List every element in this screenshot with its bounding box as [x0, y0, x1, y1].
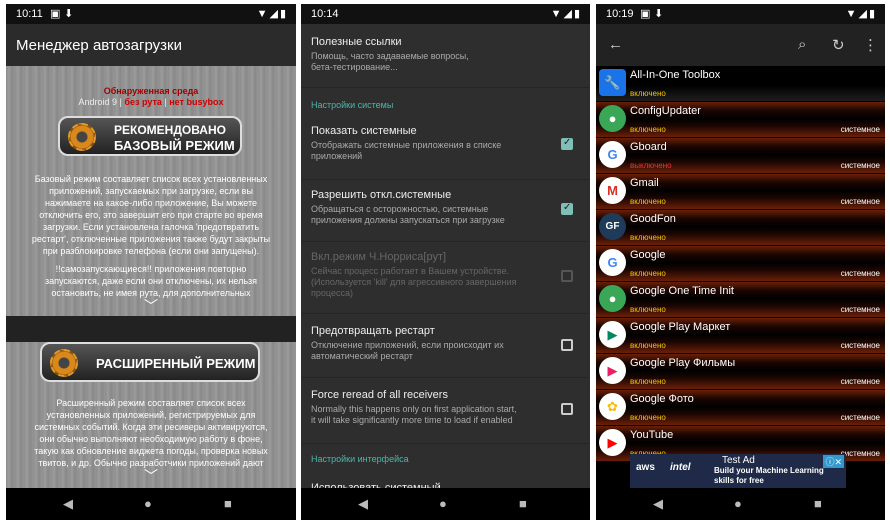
advanced-mode-description: Расширенный режим составляет список всех… — [34, 398, 268, 468]
app-row[interactable]: ✿ Google Фото включено системное — [596, 390, 885, 425]
home-icon[interactable]: ● — [144, 496, 152, 511]
ad-text-line1: Build your Machine Learning — [714, 466, 824, 475]
notification-icon: ▣ — [640, 8, 651, 20]
basic-mode-label: БАЗОВЫЙ РЕЖИМ — [114, 138, 235, 153]
goodfon-icon: GF — [599, 213, 626, 240]
app-row[interactable]: ▶ Google Play Маркет включено системное — [596, 318, 885, 353]
search-icon[interactable]: ⌕ — [798, 36, 806, 53]
aws-logo: aws — [636, 462, 655, 473]
chevron-down-icon[interactable]: ﹀ — [6, 466, 296, 486]
environment-info: Android 9 | без рута | нет busybox — [78, 97, 224, 107]
intel-logo: intel — [670, 462, 691, 473]
section-divider — [6, 316, 296, 342]
app-row[interactable]: G Gboard выключено системное — [596, 138, 885, 173]
pref-force-reread[interactable]: Force reread of all receivers Normally t… — [301, 378, 590, 444]
environment-title: Обнаруженная среда — [103, 86, 199, 96]
pref-show-system[interactable]: Показать системные Отображать системные … — [301, 117, 590, 180]
root-status: без рута — [124, 97, 162, 107]
ad-close-icon[interactable]: ⓘ✕ — [823, 455, 844, 468]
autostart-warning: !!самозапускающиеся!! приложения повторн… — [44, 264, 258, 298]
busybox-status: нет busybox — [169, 97, 224, 107]
status-time: 10:19 — [606, 8, 634, 20]
app-row[interactable]: GF GoodFon включено — [596, 210, 885, 245]
chuck-norris-checkbox[interactable] — [561, 270, 573, 282]
android-icon: ● — [599, 285, 626, 312]
basic-mode-recommended-label: РЕКОМЕНДОВАНО — [114, 123, 226, 137]
category-system-settings: Настройки системы — [311, 100, 394, 110]
ad-banner[interactable]: Test Ad aws intel Build your Machine Lea… — [630, 454, 846, 488]
back-icon[interactable]: ◀ — [653, 496, 663, 512]
allow-disable-system-checkbox[interactable] — [561, 202, 573, 215]
navigation-bar: ◀ ● ■ — [6, 488, 296, 520]
google-icon: G — [599, 249, 626, 276]
pref-chuck-norris-mode[interactable]: Вкл.режим Ч.Норриса[рут] Сейчас процесс … — [301, 242, 590, 314]
signal-battery-icon: ▼◢▮ — [550, 8, 582, 20]
gear-icon — [50, 349, 78, 377]
category-ui-settings: Настройки интерфейса — [311, 454, 409, 464]
ad-title: Test Ad — [722, 455, 755, 466]
advanced-mode-button[interactable]: РАСШИРЕННЫЙ РЕЖИМ — [40, 342, 260, 382]
back-arrow-icon[interactable]: ← — [608, 36, 623, 53]
android-version: Android 9 — [78, 97, 118, 107]
status-time: 10:14 — [311, 8, 339, 20]
signal-battery-icon: ▼◢▮ — [845, 8, 877, 20]
app-title: Менеджер автозагрузки — [16, 37, 182, 54]
status-bar: 10:19 ▣ ⬇ ▼◢▮ — [596, 4, 885, 24]
ad-text-line2: skills for free — [714, 476, 764, 485]
back-icon[interactable]: ◀ — [358, 496, 368, 512]
youtube-icon: ▶ — [599, 429, 626, 456]
notification-icon: ▣ — [50, 8, 61, 20]
refresh-icon[interactable]: ↻ — [832, 36, 845, 54]
app-row[interactable]: M Gmail включено системное — [596, 174, 885, 209]
screen-settings: 10:14 ▼◢▮ Полезные ссылки Помощь, часто … — [301, 4, 590, 520]
gboard-icon: G — [599, 141, 626, 168]
recents-icon[interactable]: ■ — [814, 496, 822, 511]
app-bar: ← ⌕ ↻ ⋮ — [596, 24, 885, 66]
play-movies-icon: ▶ — [599, 357, 626, 384]
screen-app-list: 10:19 ▣ ⬇ ▼◢▮ ← ⌕ ↻ ⋮ 🔧 All-In-One Toolb… — [596, 4, 885, 520]
app-row[interactable]: G Google включено системное — [596, 246, 885, 281]
status-bar: 10:14 ▼◢▮ — [301, 4, 590, 24]
settings-list: Полезные ссылки Помощь, часто задаваемые… — [301, 24, 590, 494]
show-system-checkbox[interactable] — [561, 137, 573, 150]
useful-links-item[interactable]: Полезные ссылки Помощь, часто задаваемые… — [301, 24, 590, 88]
advanced-mode-label: РАСШИРЕННЫЙ РЕЖИМ — [96, 356, 256, 371]
app-row[interactable]: ● Google One Time Init включено системно… — [596, 282, 885, 317]
android-icon: ● — [599, 105, 626, 132]
screen-boot-manager: 10:11 ▣ ⬇ ▼◢▮ Менеджер автозагрузки Обна… — [6, 4, 296, 520]
prevent-restart-checkbox[interactable] — [561, 339, 573, 351]
mode-selection: Обнаруженная среда Android 9 | без рута … — [6, 66, 296, 488]
basic-mode-description: Базовый режим составляет список всех уст… — [31, 174, 271, 256]
chevron-down-icon[interactable]: ﹀ — [6, 296, 296, 316]
app-bar: Менеджер автозагрузки — [6, 24, 296, 66]
notification-icon: ⬇ — [64, 8, 74, 20]
status-bar: 10:11 ▣ ⬇ ▼◢▮ — [6, 4, 296, 24]
recents-icon[interactable]: ■ — [519, 496, 527, 511]
back-icon[interactable]: ◀ — [63, 496, 73, 512]
status-time: 10:11 — [16, 8, 43, 20]
gmail-icon: M — [599, 177, 626, 204]
notification-icon: ⬇ — [654, 8, 664, 20]
photos-icon: ✿ — [599, 393, 626, 420]
more-options-icon[interactable]: ⋮ — [863, 36, 878, 54]
recents-icon[interactable]: ■ — [224, 496, 232, 511]
pref-allow-disable-system[interactable]: Разрешить откл.системные Обращаться с ос… — [301, 180, 590, 242]
home-icon[interactable]: ● — [734, 496, 742, 511]
gear-icon — [68, 123, 96, 151]
navigation-bar: ◀ ● ■ — [596, 488, 885, 520]
force-reread-checkbox[interactable] — [561, 403, 573, 415]
basic-mode-button[interactable]: РЕКОМЕНДОВАНО БАЗОВЫЙ РЕЖИМ — [58, 116, 242, 156]
navigation-bar: ◀ ● ■ — [301, 488, 590, 520]
app-row[interactable]: 🔧 All-In-One Toolbox включено — [596, 66, 885, 101]
wrench-icon: 🔧 — [599, 69, 626, 96]
signal-battery-icon: ▼◢▮ — [256, 8, 288, 20]
home-icon[interactable]: ● — [439, 496, 447, 511]
app-row[interactable]: ● ConfigUpdater включено системное — [596, 102, 885, 137]
play-store-icon: ▶ — [599, 321, 626, 348]
app-list: 🔧 All-In-One Toolbox включено ● ConfigUp… — [596, 66, 885, 488]
pref-prevent-restart[interactable]: Предотвращать рестарт Отключение приложе… — [301, 314, 590, 378]
app-row[interactable]: ▶ Google Play Фильмы включено системное — [596, 354, 885, 389]
